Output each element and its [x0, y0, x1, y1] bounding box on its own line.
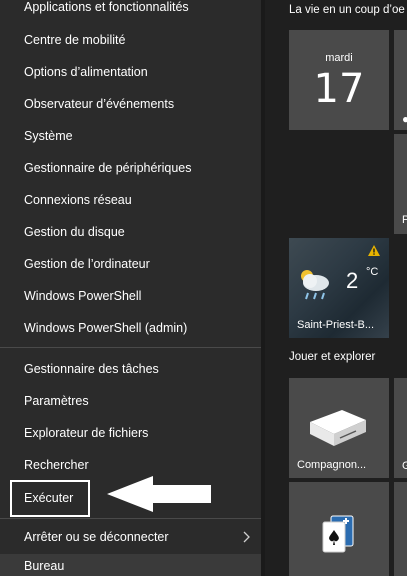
- group-title-play: Jouer et explorer: [289, 351, 376, 363]
- tile-partial-1[interactable]: ●: [394, 30, 407, 130]
- menu-item-powershell-admin[interactable]: Windows PowerShell (admin): [0, 313, 261, 343]
- menu-item-file-explorer[interactable]: Explorateur de fichiers: [0, 418, 261, 448]
- arrow-left-icon: [107, 476, 211, 512]
- menu-item-label: Connexions réseau: [24, 193, 132, 207]
- menu-item-label: Centre de mobilité: [24, 33, 126, 47]
- menu-item-powershell[interactable]: Windows PowerShell: [0, 281, 261, 311]
- calendar-day: mardi: [325, 52, 353, 64]
- tile-partial-3[interactable]: G: [394, 378, 407, 478]
- menu-item-apps[interactable]: Applications et fonctionnalités: [0, 0, 261, 22]
- console-icon: [310, 410, 366, 446]
- menu-item-label: Gestionnaire de périphériques: [24, 161, 192, 175]
- menu-item-desktop[interactable]: Bureau: [0, 554, 261, 576]
- menu-item-network-connections[interactable]: Connexions réseau: [0, 185, 261, 215]
- highlight-box: [10, 480, 90, 517]
- menu-item-event-viewer[interactable]: Observateur d’événements: [0, 89, 261, 119]
- menu-item-power-options[interactable]: Options d’alimentation: [0, 57, 261, 87]
- menu-item-label: Bureau: [24, 559, 65, 573]
- warning-icon: [368, 245, 380, 256]
- menu-item-label: Explorateur de fichiers: [24, 426, 149, 440]
- partial-letter-p: P: [402, 214, 407, 226]
- menu-item-label: Rechercher: [24, 458, 89, 472]
- menu-item-settings[interactable]: Paramètres: [0, 386, 261, 416]
- menu-item-device-manager[interactable]: Gestionnaire de périphériques: [0, 153, 261, 183]
- weather-tile[interactable]: 2 °C Saint-Priest-B...: [289, 238, 389, 338]
- menu-item-label: Windows PowerShell (admin): [24, 321, 188, 335]
- tile-partial-2[interactable]: P: [394, 134, 407, 234]
- partial-letter-g: G: [402, 460, 407, 472]
- menu-item-label: Gestion de l’ordinateur: [24, 257, 150, 271]
- menu-item-label: Gestionnaire des tâches: [24, 362, 159, 376]
- menu-item-label: Gestion du disque: [24, 225, 125, 239]
- solitaire-cards-icon: [322, 515, 354, 553]
- menu-item-shutdown[interactable]: Arrêter ou se déconnecter: [0, 522, 261, 552]
- partial-dot: ●: [402, 112, 407, 126]
- start-tiles-panel: La vie en un coup d’oe mardi 17 ● P 2 °C…: [265, 0, 407, 576]
- menu-item-label: Paramètres: [24, 394, 89, 408]
- solitaire-tile[interactable]: [289, 482, 389, 576]
- tile-partial-4[interactable]: [394, 482, 407, 576]
- menu-item-label: Windows PowerShell: [24, 289, 142, 303]
- group-title-life: La vie en un coup d’oe: [289, 4, 405, 16]
- menu-item-computer-management[interactable]: Gestion de l’ordinateur: [0, 249, 261, 279]
- menu-item-mobility[interactable]: Centre de mobilité: [0, 25, 261, 55]
- menu-item-label: Applications et fonctionnalités: [24, 0, 189, 14]
- weather-unit: °C: [366, 266, 379, 278]
- menu-separator: [0, 347, 261, 348]
- menu-item-label: Arrêter ou se déconnecter: [24, 530, 169, 544]
- calendar-tile[interactable]: mardi 17: [289, 30, 389, 130]
- menu-item-label: Observateur d’événements: [24, 97, 175, 111]
- cloud-rain-icon: [301, 270, 329, 300]
- menu-item-system[interactable]: Système: [0, 121, 261, 151]
- weather-temperature: 2: [346, 268, 359, 293]
- chevron-right-icon: [243, 531, 250, 543]
- companion-tile[interactable]: Compagnon...: [289, 378, 389, 478]
- calendar-date: 17: [313, 66, 365, 112]
- menu-separator: [0, 518, 261, 519]
- companion-label: Compagnon...: [297, 459, 367, 471]
- menu-item-disk-management[interactable]: Gestion du disque: [0, 217, 261, 247]
- menu-item-label: Système: [24, 129, 73, 143]
- weather-location: Saint-Priest-B...: [297, 319, 375, 331]
- menu-item-label: Options d’alimentation: [24, 65, 148, 79]
- menu-item-task-manager[interactable]: Gestionnaire des tâches: [0, 354, 261, 384]
